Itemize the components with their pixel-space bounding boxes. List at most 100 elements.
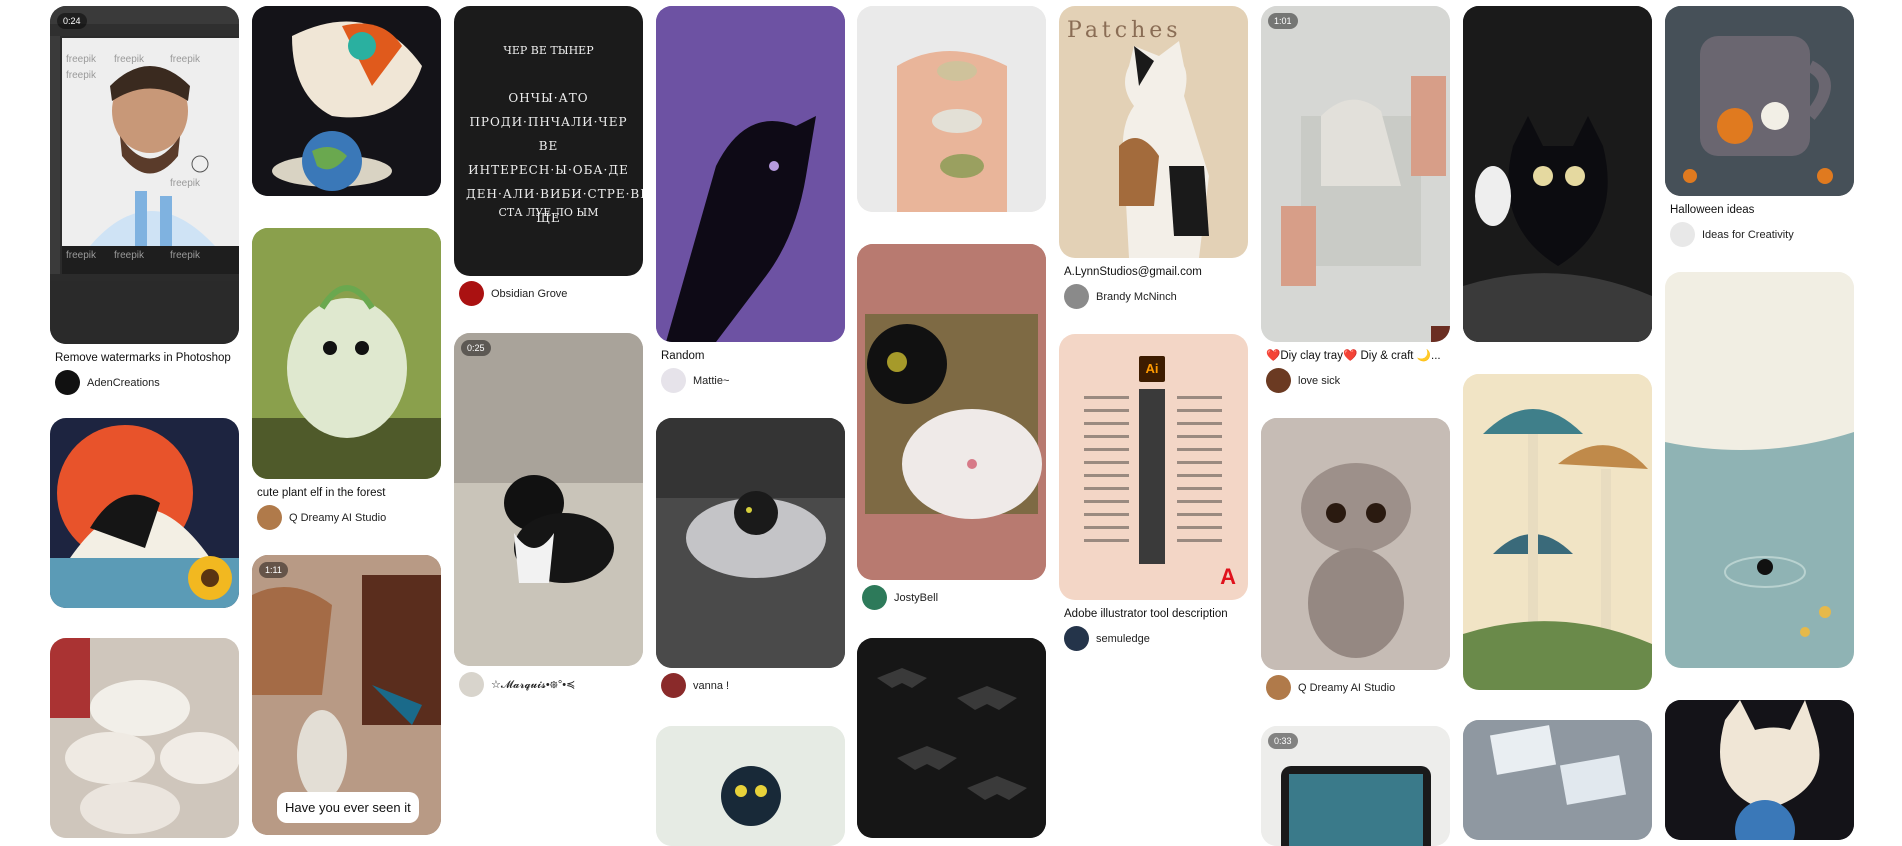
freepik-watermark: freepik: [114, 250, 145, 261]
pin-card[interactable]: Patches A.LynnStudios@gmail.com Brandy M…: [1059, 6, 1248, 309]
pin-author[interactable]: Mattie~: [661, 368, 840, 393]
pin-image[interactable]: [1463, 6, 1652, 342]
avatar[interactable]: [1266, 675, 1291, 700]
author-name[interactable]: Obsidian Grove: [491, 288, 567, 300]
pin-card[interactable]: 0:33: [1261, 726, 1450, 846]
pin-author[interactable]: AdenCreations: [55, 370, 234, 395]
pin-card[interactable]: [1463, 720, 1652, 840]
author-name[interactable]: JostyBell: [894, 592, 938, 604]
author-name[interactable]: love sick: [1298, 375, 1340, 387]
pin-title[interactable]: Adobe illustrator tool description: [1064, 607, 1243, 621]
pin-image[interactable]: [252, 228, 441, 479]
pin-card[interactable]: 1:01 ❤️Diy clay tray❤️ Diy & craft 🌙... …: [1261, 6, 1450, 393]
avatar[interactable]: [862, 585, 887, 610]
pin-image[interactable]: 0:25: [454, 333, 643, 666]
pin-image[interactable]: [1665, 700, 1854, 840]
pin-card[interactable]: [50, 418, 239, 608]
pin-card[interactable]: Halloween ideas Ideas for Creativity: [1665, 6, 1854, 247]
glass-tiles-photo: [1463, 720, 1652, 840]
pin-image[interactable]: ЧЕР ВЕ ТЫНЕР ОНЧЫ·АТО ПРОДИ·ПНЧАЛИ·ЧЕР В…: [454, 6, 643, 276]
pin-card[interactable]: cute plant elf in the forest Q Dreamy AI…: [252, 228, 441, 530]
pin-author[interactable]: Obsidian Grove: [459, 281, 638, 306]
author-name[interactable]: Q Dreamy AI Studio: [1298, 682, 1395, 694]
black-cat-watercolor-illustration: [656, 726, 845, 846]
pin-card[interactable]: [1463, 374, 1652, 690]
pin-author[interactable]: love sick: [1266, 368, 1445, 393]
avatar[interactable]: [1266, 368, 1291, 393]
pin-title[interactable]: ❤️Diy clay tray❤️ Diy & craft 🌙...: [1266, 349, 1445, 363]
pin-image[interactable]: [252, 6, 441, 196]
pin-card[interactable]: [857, 638, 1046, 838]
pin-image[interactable]: Patches: [1059, 6, 1248, 258]
pin-image[interactable]: [857, 6, 1046, 212]
pin-author[interactable]: ☆𝓜𝓪𝓻𝓺𝓾𝓲𝓼•᪥°•≼: [459, 672, 638, 697]
pin-card[interactable]: [1665, 272, 1854, 668]
pin-image[interactable]: Ai A: [1059, 334, 1248, 600]
pin-card[interactable]: JostyBell: [857, 244, 1046, 610]
avatar[interactable]: [55, 370, 80, 395]
avatar[interactable]: [459, 281, 484, 306]
pin-card[interactable]: Ai A Adobe illustrator tool description: [1059, 334, 1248, 651]
pin-card[interactable]: Q Dreamy AI Studio: [1261, 418, 1450, 700]
author-name[interactable]: Mattie~: [693, 375, 729, 387]
pin-image[interactable]: [1463, 720, 1652, 840]
pin-title[interactable]: Remove watermarks in Photoshop: [55, 351, 234, 365]
pin-card[interactable]: freepik freepik freepik freepik freepik …: [50, 6, 239, 395]
pin-image[interactable]: [857, 244, 1046, 580]
pin-card[interactable]: vanna !: [656, 418, 845, 698]
avatar[interactable]: [1064, 626, 1089, 651]
freepik-watermark: freepik: [170, 54, 201, 65]
pin-author[interactable]: Q Dreamy AI Studio: [1266, 675, 1445, 700]
pin-card[interactable]: [252, 6, 441, 196]
author-name[interactable]: semuledge: [1096, 633, 1150, 645]
author-name[interactable]: Ideas for Creativity: [1702, 229, 1794, 241]
pin-author[interactable]: Brandy McNinch: [1064, 284, 1243, 309]
pin-author[interactable]: Ideas for Creativity: [1670, 222, 1849, 247]
pin-author[interactable]: vanna !: [661, 673, 840, 698]
pin-image[interactable]: freepik freepik freepik freepik freepik …: [50, 6, 239, 344]
pin-image[interactable]: [1665, 6, 1854, 196]
mushrooms-illustration: [1463, 374, 1652, 690]
pin-title[interactable]: cute plant elf in the forest: [257, 486, 436, 500]
pin-title[interactable]: Halloween ideas: [1670, 203, 1849, 217]
pin-image[interactable]: [656, 6, 845, 342]
pin-author[interactable]: semuledge: [1064, 626, 1243, 651]
avatar[interactable]: [1064, 284, 1089, 309]
toolbar-reference-illustration: [1084, 389, 1222, 564]
freepik-watermark: freepik: [114, 54, 145, 65]
author-name[interactable]: Q Dreamy AI Studio: [289, 512, 386, 524]
pin-image[interactable]: [50, 418, 239, 608]
author-name[interactable]: AdenCreations: [87, 377, 160, 389]
pin-image[interactable]: [1261, 418, 1450, 670]
pin-image[interactable]: [1463, 374, 1652, 690]
pin-image[interactable]: [857, 638, 1046, 838]
pin-card[interactable]: ЧЕР ВЕ ТЫНЕР ОНЧЫ·АТО ПРОДИ·ПНЧАЛИ·ЧЕР В…: [454, 6, 643, 306]
pin-image[interactable]: [656, 418, 845, 668]
pin-author[interactable]: Q Dreamy AI Studio: [257, 505, 436, 530]
pin-card[interactable]: 1:11 Have you ever seen it: [252, 555, 441, 835]
avatar[interactable]: [257, 505, 282, 530]
avatar[interactable]: [1670, 222, 1695, 247]
pin-image[interactable]: 1:11 Have you ever seen it: [252, 555, 441, 835]
author-name[interactable]: ☆𝓜𝓪𝓻𝓺𝓾𝓲𝓼•᪥°•≼: [491, 676, 575, 694]
pin-card[interactable]: [1463, 6, 1652, 342]
pin-image[interactable]: [50, 638, 239, 838]
pin-image[interactable]: [656, 726, 845, 846]
pin-card[interactable]: [1665, 700, 1854, 840]
avatar[interactable]: [661, 673, 686, 698]
pin-image[interactable]: 1:01: [1261, 6, 1450, 342]
pin-author[interactable]: JostyBell: [862, 585, 1041, 610]
pin-image[interactable]: 0:33: [1261, 726, 1450, 846]
pin-image[interactable]: [1665, 272, 1854, 668]
pin-card[interactable]: [50, 638, 239, 838]
pin-card[interactable]: 0:25 ☆𝓜𝓪𝓻𝓺𝓾𝓲𝓼•᪥°•≼: [454, 333, 643, 697]
pin-card[interactable]: [656, 726, 845, 846]
pin-card[interactable]: Random Mattie~: [656, 6, 845, 393]
author-name[interactable]: vanna !: [693, 680, 729, 692]
avatar[interactable]: [459, 672, 484, 697]
pin-title[interactable]: A.LynnStudios@gmail.com: [1064, 265, 1243, 279]
author-name[interactable]: Brandy McNinch: [1096, 291, 1177, 303]
pin-title[interactable]: Random: [661, 349, 840, 363]
avatar[interactable]: [661, 368, 686, 393]
pin-card[interactable]: [857, 6, 1046, 212]
